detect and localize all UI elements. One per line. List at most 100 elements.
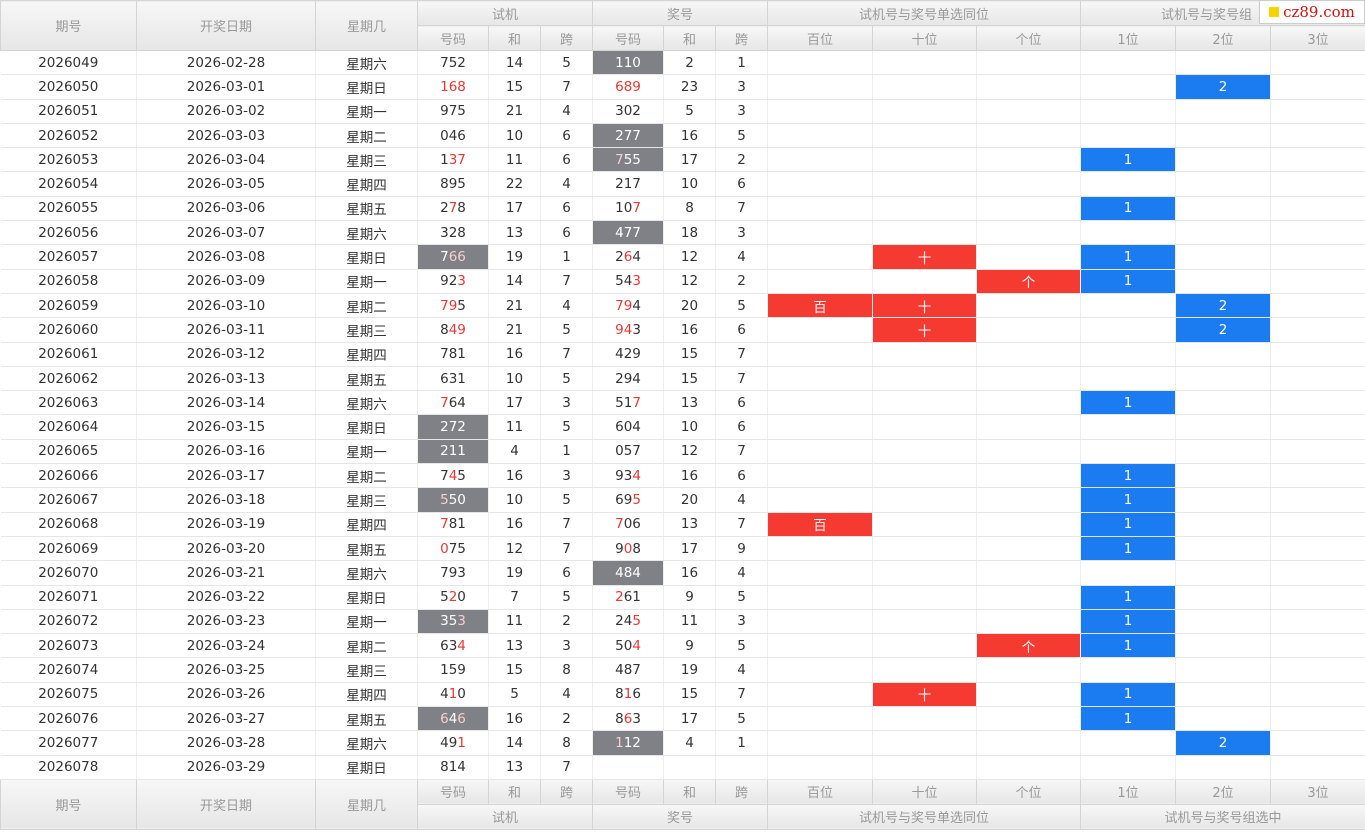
cell-date: 2026-03-28: [136, 730, 316, 756]
cell-prize-span: 3: [715, 609, 769, 635]
footer-date[interactable]: 开奖日期: [136, 778, 316, 830]
digit-normal: 604: [615, 419, 641, 436]
cell-pos3: [1270, 585, 1365, 610]
cell-trial-code: 491: [417, 730, 489, 756]
digit-normal: 69: [615, 491, 633, 508]
cell-prize-sum: 23: [663, 74, 717, 100]
cell-pos2: [1175, 50, 1272, 76]
cell-weekday: 星期六: [315, 50, 418, 76]
cell-date: 2026-03-23: [136, 609, 316, 635]
cell-pos2: [1175, 366, 1272, 392]
cell-pos1: 1: [1080, 536, 1177, 562]
cell-trial-code: 550: [417, 487, 489, 513]
cell-weekday: 星期六: [315, 390, 418, 416]
cell-pos3: [1270, 633, 1365, 659]
cell-tens: [872, 730, 978, 756]
cell-period: 2026057: [0, 244, 137, 270]
cell-trial-sum: 11: [488, 147, 541, 173]
digit-highlight: 2: [448, 589, 458, 606]
header-weekday[interactable]: 星期几: [315, 0, 418, 51]
footer-trial-sum: 和: [488, 778, 541, 805]
cell-pos2: [1175, 682, 1272, 708]
cell-ones: [976, 657, 1082, 683]
cell-tens: [872, 99, 978, 124]
cell-trial-code: 745: [417, 463, 489, 489]
cell-hundreds: [767, 220, 874, 246]
digit-normal: 046: [440, 127, 466, 144]
cell-pos3: [1270, 609, 1365, 635]
cell-tens: [872, 585, 978, 610]
cell-trial-code: 781: [417, 512, 489, 537]
digit-normal: 277: [615, 127, 641, 144]
cell-prize-sum: 17: [663, 706, 717, 732]
cell-tens: [872, 342, 978, 367]
cell-date: 2026-03-21: [136, 560, 316, 586]
cell-trial-code: 793: [417, 560, 489, 586]
header-date[interactable]: 开奖日期: [136, 0, 316, 51]
cell-prize-sum: 12: [663, 269, 717, 294]
digit-highlight: 168: [440, 78, 466, 95]
cell-pos3: [1270, 220, 1365, 246]
cell-pos1: [1080, 414, 1177, 440]
digit-normal: 429: [615, 346, 641, 363]
cell-trial-sum: 22: [488, 171, 541, 197]
cell-pos3: [1270, 99, 1365, 124]
cell-date: 2026-02-28: [136, 50, 316, 76]
cell-date: 2026-03-25: [136, 657, 316, 683]
cell-tens: 十: [872, 682, 978, 708]
digit-normal: 61: [623, 589, 641, 606]
cell-ones: [976, 730, 1082, 756]
digit-highlight: 79: [615, 297, 633, 314]
footer-weekday[interactable]: 星期几: [315, 778, 418, 830]
cell-prize-code: 504: [592, 633, 665, 659]
cell-trial-span: 5: [540, 487, 594, 513]
cell-prize-code: 484: [592, 560, 665, 586]
cell-prize-sum: 9: [663, 633, 717, 659]
cell-prize-span: 5: [715, 633, 769, 659]
cell-period: 2026067: [0, 487, 137, 513]
cell-tens: [872, 74, 978, 100]
digit-normal: 92: [440, 273, 458, 290]
cell-weekday: 星期四: [315, 512, 418, 537]
cell-pos1: [1080, 50, 1177, 76]
cell-ones: [976, 682, 1082, 708]
digit-highlight: 7: [615, 516, 624, 533]
digit-normal: 49: [440, 734, 458, 751]
cell-pos1: 1: [1080, 512, 1177, 537]
cell-hundreds: [767, 342, 874, 367]
cell-prize-code: 943: [592, 317, 665, 343]
digit-highlight: 1: [615, 734, 624, 751]
cell-period: 2026056: [0, 220, 137, 246]
cell-hundreds: 百: [767, 512, 874, 537]
header-tens: 十位: [872, 25, 978, 51]
cell-hundreds: [767, 244, 874, 270]
cell-hundreds: 百: [767, 293, 874, 319]
cell-prize-sum: 20: [663, 487, 717, 513]
cell-prize-code: 863: [592, 706, 665, 732]
cell-weekday: 星期四: [315, 171, 418, 197]
cell-date: 2026-03-20: [136, 536, 316, 562]
site-logo[interactable]: cz89.com: [1259, 0, 1365, 24]
header-period[interactable]: 期号: [0, 0, 137, 51]
footer-prize-sum: 和: [663, 778, 717, 805]
cell-trial-sum: 19: [488, 244, 541, 270]
footer-period[interactable]: 期号: [0, 778, 137, 830]
cell-prize-sum: 5: [663, 99, 717, 124]
cell-prize-code: 112: [592, 730, 665, 756]
cell-pos1: 1: [1080, 633, 1177, 659]
cell-prize-span: 6: [715, 463, 769, 489]
cell-period: 2026068: [0, 512, 137, 537]
table-row: 2026070 2026-03-21 星期六 793 19 6 484 16 4: [0, 560, 1365, 586]
cell-date: 2026-03-15: [136, 414, 316, 440]
table-row: 2026051 2026-03-02 星期一 975 21 4 302 5 3: [0, 99, 1365, 124]
cell-prize-span: 4: [715, 560, 769, 586]
cell-prize-code: 755: [592, 147, 665, 173]
cell-pos3: [1270, 463, 1365, 489]
cell-date: 2026-03-14: [136, 390, 316, 416]
table-row: 2026078 2026-03-29 星期日 814 13 7: [0, 755, 1365, 780]
cell-trial-code: 634: [417, 633, 489, 659]
cell-pos2: [1175, 487, 1272, 513]
cell-pos2: 2: [1175, 293, 1272, 319]
cell-tens: [872, 414, 978, 440]
cell-trial-span: 8: [540, 657, 594, 683]
